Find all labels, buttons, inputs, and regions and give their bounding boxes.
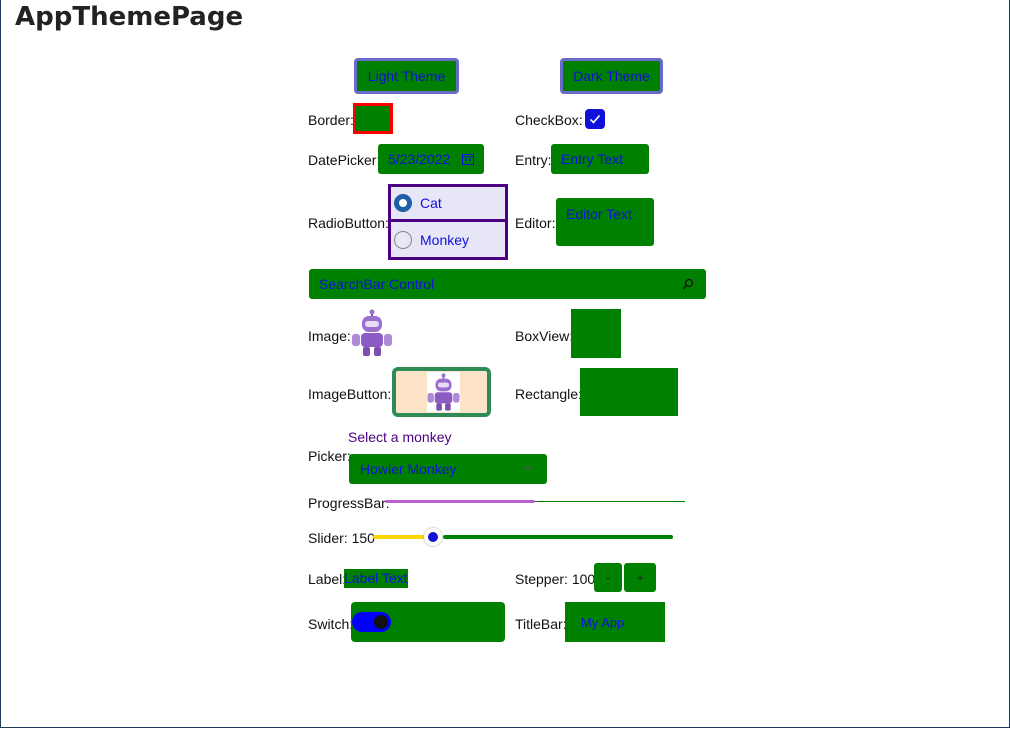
chevron-down-icon bbox=[523, 465, 533, 471]
border-label: Border: bbox=[308, 112, 354, 128]
checkbox[interactable] bbox=[585, 109, 605, 129]
stepper-minus-button[interactable]: - bbox=[594, 563, 622, 592]
search-icon[interactable] bbox=[682, 278, 694, 290]
radio-option-monkey[interactable]: Monkey bbox=[391, 222, 505, 257]
picker-label: Picker: bbox=[308, 448, 351, 464]
picker-selected: Howler Monkey bbox=[360, 461, 457, 477]
editor-text: Editor Text bbox=[566, 206, 632, 222]
imagebutton-label: ImageButton: bbox=[308, 386, 392, 402]
radio-selected-icon bbox=[394, 194, 412, 212]
image-button[interactable] bbox=[392, 367, 491, 417]
calendar-icon bbox=[462, 154, 474, 165]
datepicker[interactable]: 5/23/2022 bbox=[378, 144, 484, 174]
titlebar-text: My App bbox=[581, 615, 625, 630]
label-label: Label: bbox=[308, 571, 347, 587]
radiobutton-label: RadioButton: bbox=[308, 215, 389, 231]
radio-option-label: Monkey bbox=[420, 231, 470, 248]
image-label: Image: bbox=[308, 328, 351, 344]
boxview-label: BoxView: bbox=[515, 328, 574, 344]
light-theme-button[interactable]: Light Theme bbox=[354, 58, 459, 94]
switch-label: Switch: bbox=[308, 616, 354, 632]
editor-label: Editor: bbox=[515, 215, 556, 231]
datepicker-label: DatePicker: bbox=[308, 152, 381, 168]
search-placeholder: SearchBar Control bbox=[319, 276, 435, 292]
slider-thumb[interactable] bbox=[424, 528, 442, 546]
slider-label: Slider: 150 bbox=[308, 530, 375, 546]
entry-field[interactable]: Entry Text bbox=[551, 144, 649, 174]
border-control bbox=[353, 103, 393, 134]
slider-max-track bbox=[443, 535, 673, 539]
switch-knob bbox=[374, 615, 388, 629]
stepper-label: Stepper: 100 bbox=[515, 571, 596, 587]
radio-option-cat[interactable]: Cat bbox=[391, 187, 505, 219]
picker-title: Select a monkey bbox=[348, 429, 452, 445]
titlebar-label: TitleBar: bbox=[515, 616, 567, 632]
switch-toggle[interactable] bbox=[352, 612, 391, 632]
dark-theme-button[interactable]: Dark Theme bbox=[560, 58, 663, 94]
entry-text: Entry Text bbox=[561, 151, 623, 167]
switch-container bbox=[351, 602, 505, 642]
progress-fill bbox=[385, 500, 535, 503]
window-frame bbox=[0, 0, 1010, 728]
datepicker-value: 5/23/2022 bbox=[388, 151, 451, 167]
rectangle-label: Rectangle: bbox=[515, 386, 582, 402]
page-title: AppThemePage bbox=[15, 2, 244, 32]
checkmark-icon bbox=[589, 114, 601, 124]
radio-group: Cat Monkey bbox=[388, 184, 508, 260]
rectangle-shape bbox=[580, 368, 678, 416]
checkbox-label: CheckBox: bbox=[515, 112, 583, 128]
editor-field[interactable]: Editor Text bbox=[556, 198, 654, 246]
progressbar-label: ProgressBar: bbox=[308, 495, 390, 511]
label-control-text: Label Text bbox=[344, 569, 408, 588]
search-bar[interactable]: SearchBar Control bbox=[309, 269, 706, 299]
slider-thumb-dot bbox=[428, 532, 438, 542]
dotnet-bot-icon bbox=[427, 373, 460, 411]
dotnet-bot-icon bbox=[352, 309, 392, 356]
radio-unselected-icon bbox=[394, 230, 412, 249]
titlebar-control: My App bbox=[565, 602, 665, 642]
boxview bbox=[571, 309, 621, 358]
slider-min-track bbox=[373, 535, 427, 539]
radio-option-label: Cat bbox=[420, 195, 442, 211]
entry-label: Entry: bbox=[515, 152, 552, 168]
picker[interactable]: Howler Monkey bbox=[349, 454, 547, 484]
stepper-plus-button[interactable]: + bbox=[624, 563, 656, 592]
